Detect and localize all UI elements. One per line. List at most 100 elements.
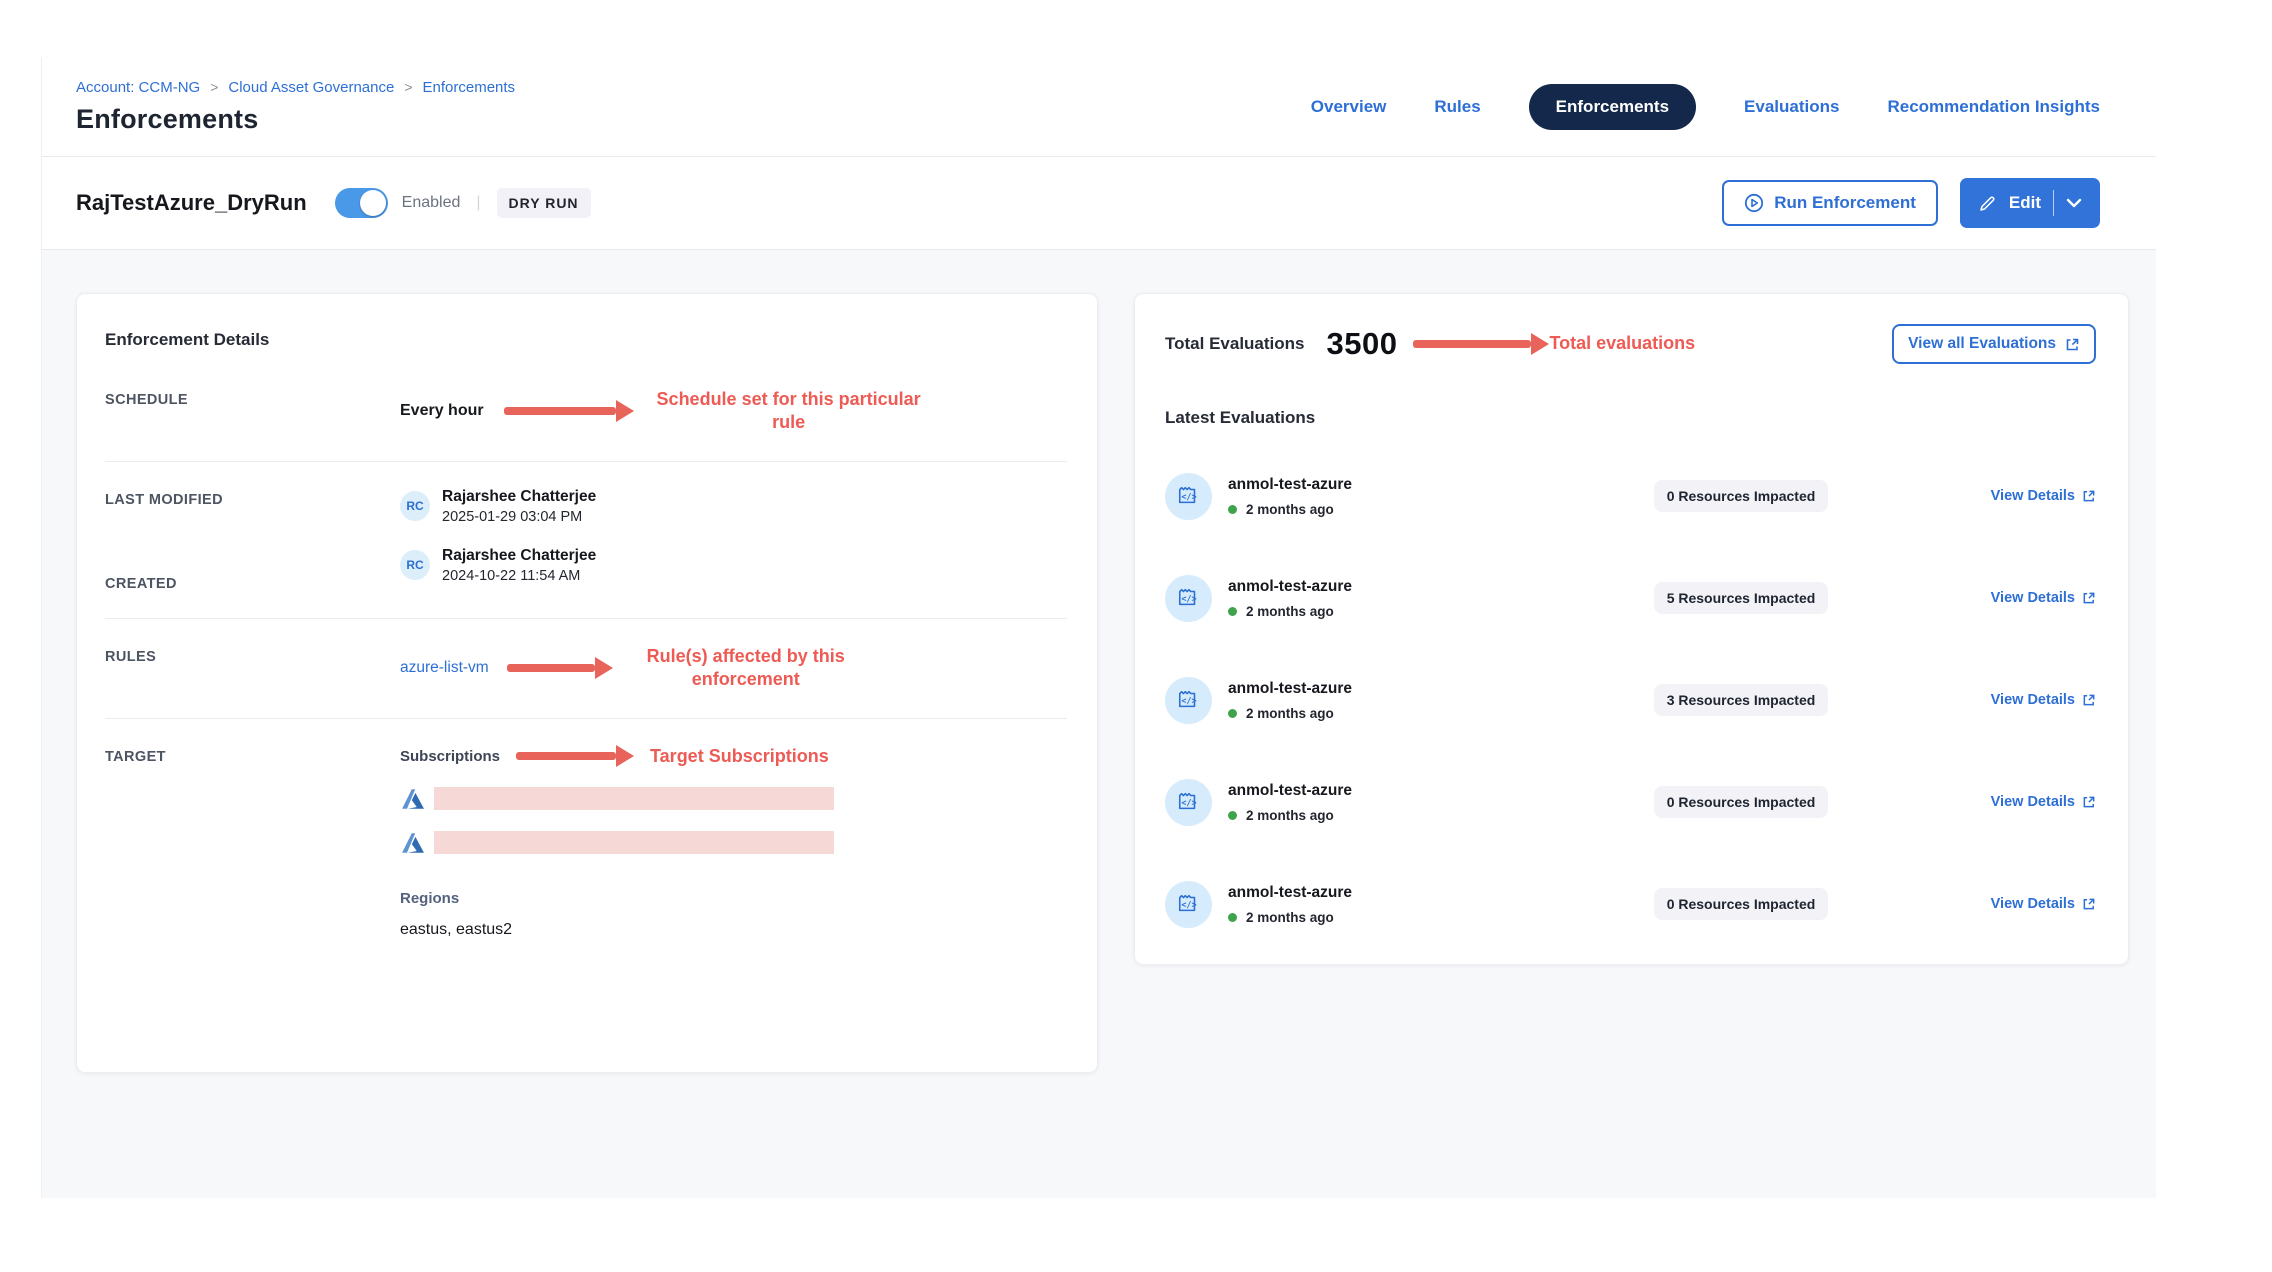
last-modified-label: LAST MODIFIED: [105, 488, 400, 508]
created-date: 2024-10-22 11:54 AM: [442, 568, 596, 584]
subscription-row: [400, 786, 1067, 812]
regions-value: eastus, eastus2: [400, 921, 1067, 939]
view-details-label: View Details: [1991, 590, 2075, 606]
view-all-evaluations-label: View all Evaluations: [1908, 335, 2056, 353]
resources-impacted-badge: 5 Resources Impacted: [1654, 582, 1829, 614]
redacted-subscription-id: [434, 831, 834, 854]
divider: |: [476, 194, 480, 212]
evaluation-row: </> anmol-test-azure 2 months ago 0 Reso…: [1165, 462, 2096, 530]
redacted-subscription-id: [434, 787, 834, 810]
evaluation-script-icon: </>: [1165, 881, 1212, 928]
external-link-icon: [2082, 795, 2096, 809]
breadcrumb-separator: >: [210, 79, 218, 95]
status-dot: [1228, 913, 1237, 922]
enforcement-header-row: RajTestAzure_DryRun Enabled | DRY RUN Ru…: [42, 157, 2156, 250]
edit-button[interactable]: Edit: [1960, 178, 2100, 228]
pencil-icon: [1978, 194, 1997, 213]
resources-impacted-badge: 0 Resources Impacted: [1654, 786, 1829, 818]
run-enforcement-button[interactable]: Run Enforcement: [1722, 180, 1938, 226]
created-person: RC Rajarshee Chatterjee 2024-10-22 11:54…: [400, 547, 1067, 584]
run-enforcement-label: Run Enforcement: [1774, 193, 1916, 213]
evaluation-time: 2 months ago: [1246, 910, 1334, 925]
details-card-title: Enforcement Details: [105, 330, 1067, 350]
svg-text:</>: </>: [1181, 901, 1196, 911]
last-modified-name: Rajarshee Chatterjee: [442, 488, 596, 506]
annotation-arrow: [507, 657, 613, 679]
target-label: TARGET: [105, 745, 400, 939]
evaluation-script-icon: </>: [1165, 779, 1212, 826]
created-label: CREATED: [105, 572, 400, 592]
annotation-arrow: [516, 745, 634, 767]
last-modified-person: RC Rajarshee Chatterjee 2025-01-29 03:04…: [400, 488, 1067, 525]
rules-annotation: Rule(s) affected by this enforcement: [631, 645, 861, 692]
view-details-link[interactable]: View Details: [1991, 794, 2096, 810]
audit-section: LAST MODIFIED CREATED RC Rajarshee Chatt…: [105, 462, 1067, 619]
view-details-link[interactable]: View Details: [1991, 590, 2096, 606]
schedule-annotation: Schedule set for this particular rule: [654, 388, 924, 435]
schedule-label: SCHEDULE: [105, 388, 400, 435]
svg-text:</>: </>: [1181, 799, 1196, 809]
total-evaluations-label: Total Evaluations: [1165, 334, 1305, 354]
external-link-icon: [2082, 693, 2096, 707]
tab-evaluations[interactable]: Evaluations: [1744, 97, 1839, 117]
evaluation-row: </> anmol-test-azure 2 months ago 0 Reso…: [1165, 768, 2096, 836]
evaluation-name: anmol-test-azure: [1228, 476, 1352, 494]
evaluation-time: 2 months ago: [1246, 604, 1334, 619]
created-name: Rajarshee Chatterjee: [442, 547, 596, 565]
external-link-icon: [2082, 489, 2096, 503]
subscriptions-label: Subscriptions: [400, 748, 500, 765]
enforcement-details-card: Enforcement Details SCHEDULE Every hour …: [76, 293, 1098, 1073]
azure-icon: [400, 830, 426, 856]
annotation-arrow: [1413, 333, 1549, 355]
app-window: Account: CCM-NG > Cloud Asset Governance…: [41, 57, 2156, 1198]
view-details-link[interactable]: View Details: [1991, 488, 2096, 504]
enforcement-name: RajTestAzure_DryRun: [76, 190, 307, 216]
avatar: RC: [400, 550, 430, 580]
enabled-toggle[interactable]: [335, 188, 388, 218]
tab-enforcements[interactable]: Enforcements: [1529, 84, 1696, 130]
view-details-link[interactable]: View Details: [1991, 896, 2096, 912]
schedule-section: SCHEDULE Every hour Schedule set for thi…: [105, 362, 1067, 462]
breadcrumb-account[interactable]: Account: CCM-NG: [76, 79, 200, 96]
evaluation-row: </> anmol-test-azure 2 months ago 0 Reso…: [1165, 870, 2096, 938]
tab-rules[interactable]: Rules: [1434, 97, 1480, 117]
evaluations-card: Total Evaluations 3500 Total evaluations…: [1134, 293, 2129, 965]
status-dot: [1228, 505, 1237, 514]
svg-text:</>: </>: [1181, 493, 1196, 503]
view-details-label: View Details: [1991, 794, 2075, 810]
chevron-down-icon[interactable]: [2066, 198, 2082, 208]
page-title: Enforcements: [76, 104, 515, 135]
content-area: Enforcement Details SCHEDULE Every hour …: [42, 250, 2156, 1198]
latest-evaluations-title: Latest Evaluations: [1165, 408, 2096, 428]
svg-text:</>: </>: [1181, 697, 1196, 707]
target-section: TARGET Subscriptions Target Subscription…: [105, 719, 1067, 965]
status-dot: [1228, 607, 1237, 616]
schedule-value: Every hour: [400, 402, 484, 420]
tab-overview[interactable]: Overview: [1311, 97, 1387, 117]
view-all-evaluations-button[interactable]: View all Evaluations: [1892, 324, 2096, 364]
tab-recommendation-insights[interactable]: Recommendation Insights: [1887, 97, 2100, 117]
evaluation-row: </> anmol-test-azure 2 months ago 5 Reso…: [1165, 564, 2096, 632]
external-link-icon: [2065, 337, 2080, 352]
regions-label: Regions: [400, 890, 1067, 907]
rule-link[interactable]: azure-list-vm: [400, 659, 489, 677]
view-details-link[interactable]: View Details: [1991, 692, 2096, 708]
evaluation-name: anmol-test-azure: [1228, 680, 1352, 698]
breadcrumb-enforcements[interactable]: Enforcements: [423, 79, 516, 96]
evaluation-script-icon: </>: [1165, 575, 1212, 622]
divider: [2053, 190, 2054, 216]
view-details-label: View Details: [1991, 488, 2075, 504]
resources-impacted-badge: 0 Resources Impacted: [1654, 888, 1829, 920]
resources-impacted-badge: 0 Resources Impacted: [1654, 480, 1829, 512]
toggle-knob: [360, 190, 386, 216]
view-details-label: View Details: [1991, 692, 2075, 708]
resources-impacted-badge: 3 Resources Impacted: [1654, 684, 1829, 716]
breadcrumb-separator: >: [404, 79, 412, 95]
annotation-arrow: [504, 400, 634, 422]
evaluation-name: anmol-test-azure: [1228, 578, 1352, 596]
total-annotation: Total evaluations: [1549, 332, 1695, 355]
edit-label: Edit: [2009, 193, 2041, 213]
breadcrumb-cloud-asset-governance[interactable]: Cloud Asset Governance: [228, 79, 394, 96]
target-annotation: Target Subscriptions: [650, 745, 829, 768]
total-evaluations-value: 3500: [1327, 326, 1398, 362]
